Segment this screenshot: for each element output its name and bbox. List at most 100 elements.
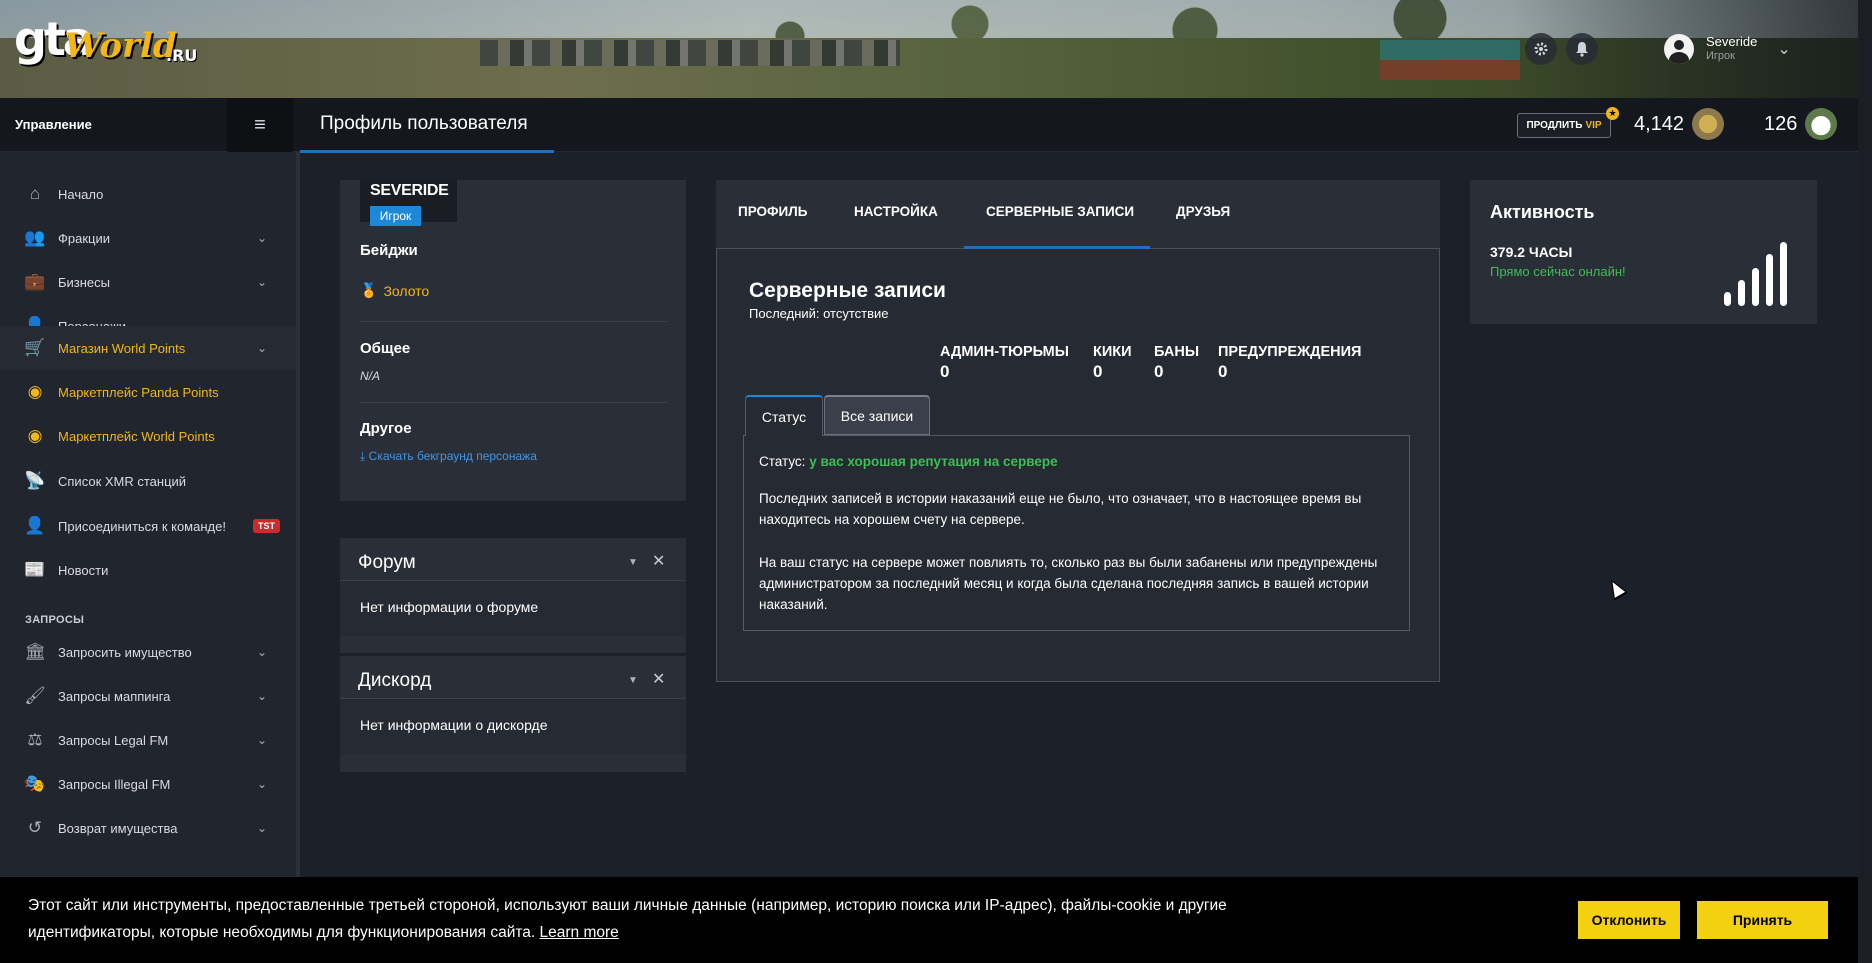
sidebar-item-label: Маркетплейс Panda Points	[58, 384, 219, 400]
user-info: Severide Игрок	[1706, 35, 1757, 63]
general-value: N/A	[360, 369, 381, 383]
sidebar-item-illegal-fm[interactable]: 🎭 Запросы Illegal FM ⌄	[0, 762, 296, 806]
close-icon[interactable]: ✕	[652, 551, 665, 571]
stat-label: КИКИ	[1093, 344, 1132, 360]
records-last: Последний: отсутствие	[749, 306, 889, 321]
site-logo[interactable]: gta World .RU	[14, 12, 198, 76]
signal-bar	[1752, 268, 1759, 306]
server-records-card: ПРОФИЛЬ НАСТРОЙКА СЕРВЕРНЫЕ ЗАПИСИ ДРУЗЬ…	[716, 180, 1440, 682]
download-background-link[interactable]: ⤓ Скачать бекграунд персонажа	[360, 449, 537, 464]
sidebar: ⌂ Начало 👥 Фракции ⌄ 💼 Бизнесы ⌄ 👤 Персо…	[0, 152, 296, 877]
logo-ru-text: .RU	[166, 46, 198, 65]
subtab-status[interactable]: Статус	[745, 395, 823, 436]
sidebar-item-mapping-requests[interactable]: 🖌 Запросы маппинга ⌄	[0, 674, 296, 718]
stat-value: 0	[940, 362, 950, 381]
vip-star-icon: ★	[1606, 107, 1619, 120]
tab-settings[interactable]: НАСТРОЙКА	[854, 180, 938, 249]
collapse-caret-icon[interactable]: ▼	[628, 675, 638, 686]
panda-icon	[1805, 108, 1838, 140]
learn-more-link[interactable]: Learn more	[540, 924, 619, 941]
discord-widget: Дискорд ▼ ✕ Нет информации о дискорде	[340, 656, 686, 772]
tab-profile[interactable]: ПРОФИЛЬ	[738, 180, 807, 249]
signal-bar	[1780, 242, 1787, 306]
chevron-down-icon: ⌄	[1777, 41, 1791, 58]
home-icon: ⌂	[29, 184, 41, 203]
panda-points-counter[interactable]: 126	[1764, 108, 1838, 140]
sidebar-item-label: Фракции	[58, 230, 110, 246]
sidebar-item-label: Запросы Legal FM	[58, 732, 169, 748]
sidebar-item-xmr-stations[interactable]: 📡 Список XMR станций	[0, 459, 296, 503]
subtab-all-records[interactable]: Все записи	[824, 395, 930, 435]
accept-button[interactable]: Принять	[1697, 901, 1828, 939]
building-icon: 🏛	[24, 642, 46, 661]
close-icon[interactable]: ✕	[652, 669, 665, 689]
user-tie-icon: 👤	[24, 516, 46, 535]
logo-world-text: World	[64, 26, 177, 66]
chevron-down-icon: ⌄	[256, 275, 268, 289]
decline-button[interactable]: Отклонить	[1578, 901, 1680, 939]
discord-title: Дискорд	[358, 670, 432, 691]
cookie-banner: Этот сайт или инструменты, предоставленн…	[0, 877, 1858, 963]
world-points-counter[interactable]: 4,142	[1634, 108, 1725, 140]
sidebar-item-news[interactable]: 📰 Новости	[0, 548, 296, 592]
divider	[360, 402, 667, 403]
sidebar-item-legal-fm[interactable]: ⚖ Запросы Legal FM ⌄	[0, 718, 296, 762]
gold-badge: 🏅 Золото	[360, 282, 429, 299]
antenna-icon: 📡	[24, 471, 46, 490]
stat-value: 0	[1218, 362, 1228, 381]
status-label: Статус:	[759, 454, 806, 469]
chevron-down-icon: ⌄	[256, 821, 268, 835]
coins-icon: ◉	[27, 426, 43, 445]
user-menu[interactable]: Severide Игрок ⌄	[1664, 32, 1791, 66]
chevron-down-icon: ⌄	[256, 733, 268, 747]
sidebar-item-label: Список XMR станций	[58, 473, 187, 489]
tab-friends[interactable]: ДРУЗЬЯ	[1176, 180, 1230, 249]
newspaper-icon: 📰	[24, 560, 46, 579]
page-scrollbar[interactable]	[1858, 0, 1872, 963]
medal-icon: 🏅	[360, 282, 378, 298]
chevron-down-icon: ⌄	[256, 645, 268, 659]
sidebar-item-world-marketplace[interactable]: ◉ Маркетплейс World Points	[0, 414, 296, 458]
sidebar-item-label: Запросить имущество	[58, 644, 192, 660]
settings-gear-icon[interactable]	[1525, 33, 1557, 65]
signal-bars-icon	[1724, 240, 1794, 306]
panda-points-value: 126	[1764, 112, 1798, 135]
stat-warnings: ПРЕДУПРЕЖДЕНИЯ 0	[1218, 344, 1361, 382]
stat-bans: БАНЫ 0	[1154, 344, 1199, 382]
menu-toggle-button[interactable]: ≡	[227, 98, 293, 152]
sidebar-item-panda-marketplace[interactable]: ◉ Маркетплейс Panda Points	[0, 370, 296, 414]
status-paragraph-2: На ваш статус на сервере может повлиять …	[759, 555, 1378, 612]
cart-icon: 🛒	[24, 338, 46, 357]
world-points-value: 4,142	[1634, 112, 1685, 135]
sidebar-item-label: Присоединиться к команде!	[58, 518, 226, 534]
user-role: Игрок	[1706, 50, 1735, 62]
world-points-medal-icon	[1692, 108, 1725, 140]
extend-vip-button[interactable]: ПРОДЛИТЬ VIP	[1517, 113, 1611, 138]
sidebar-item-world-points-shop[interactable]: 🛒 Магазин World Points ⌄	[0, 326, 296, 370]
sidebar-item-join-team[interactable]: 👤 Присоединиться к команде! TST	[0, 504, 296, 548]
stat-admin-jails: АДМИН-ТЮРЬМЫ 0	[940, 344, 1069, 382]
vip-prefix: ПРОДЛИТЬ	[1526, 120, 1583, 131]
tab-server-records[interactable]: СЕРВЕРНЫЕ ЗАПИСИ	[986, 180, 1134, 249]
chevron-down-icon: ⌄	[256, 777, 268, 791]
forum-body: Нет информации о форуме	[340, 581, 686, 636]
hamburger-icon: ≡	[254, 113, 266, 136]
sidebar-item-request-property[interactable]: 🏛 Запросить имущество ⌄	[0, 630, 296, 674]
stat-value: 0	[1093, 362, 1103, 381]
collapse-caret-icon[interactable]: ▼	[628, 557, 638, 568]
sidebar-item-businesses[interactable]: 💼 Бизнесы ⌄	[0, 260, 296, 304]
notifications-bell-icon[interactable]	[1566, 33, 1598, 65]
discord-body: Нет информации о дискорде	[340, 699, 686, 754]
chevron-down-icon: ⌄	[256, 341, 268, 355]
sidebar-item-home[interactable]: ⌂ Начало	[0, 172, 296, 216]
forum-title: Форум	[358, 552, 416, 573]
discord-text: Нет информации о дискорде	[360, 717, 548, 733]
sidebar-item-factions[interactable]: 👥 Фракции ⌄	[0, 216, 296, 260]
scale-icon: ⚖	[27, 730, 43, 749]
activity-online-status: Прямо сейчас онлайн!	[1490, 264, 1626, 279]
undo-icon: ↺	[27, 818, 43, 837]
profile-name: SEVERIDE	[370, 182, 449, 199]
stat-label: АДМИН-ТЮРЬМЫ	[940, 344, 1069, 360]
sidebar-item-property-return[interactable]: ↺ Возврат имущества ⌄	[0, 806, 296, 850]
profile-tabs: ПРОФИЛЬ НАСТРОЙКА СЕРВЕРНЫЕ ЗАПИСИ ДРУЗЬ…	[716, 180, 1440, 249]
